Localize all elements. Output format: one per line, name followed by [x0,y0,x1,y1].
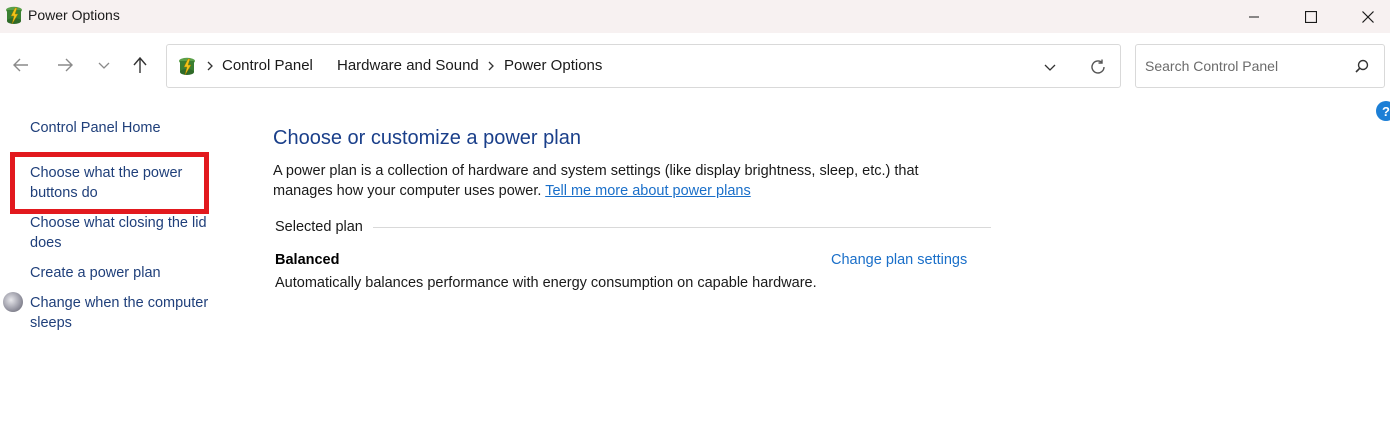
help-icon[interactable]: ? [1376,101,1390,121]
power-options-icon [179,57,195,76]
close-icon [1362,10,1374,23]
plan-name: Balanced [275,252,340,268]
breadcrumb-power-options[interactable]: Power Options [504,57,602,74]
chevron-right-icon[interactable] [486,60,496,72]
address-bar[interactable]: Control Panel Hardware and Sound Power O… [166,44,1121,88]
sidebar-item-computer-sleeps[interactable]: Change when the computer sleeps [30,293,216,333]
selected-plan-heading: Selected plan [275,219,363,235]
chevron-right-icon[interactable] [205,60,215,72]
window-title: Power Options [28,7,120,23]
chevron-down-icon [98,62,110,69]
title-bar: Power Options [0,0,1390,33]
breadcrumb-hardware-and-sound[interactable]: Hardware and Sound [337,57,479,74]
recent-locations-button[interactable] [92,53,116,77]
address-dropdown-button[interactable] [1040,57,1060,77]
refresh-button[interactable] [1087,56,1109,78]
close-button[interactable] [1340,0,1390,33]
learn-more-link[interactable]: Tell me more about power plans [545,183,751,199]
maximize-icon [1305,10,1317,23]
minimize-icon [1249,16,1259,17]
up-button[interactable] [128,53,152,77]
arrow-right-icon [58,58,73,72]
sidebar-item-power-buttons[interactable]: Choose what the power buttons do [30,163,200,203]
sidebar-item-create-power-plan[interactable]: Create a power plan [30,263,220,283]
search-input[interactable] [1145,56,1345,76]
refresh-icon [1091,59,1105,74]
arrow-left-icon [13,58,28,72]
breadcrumb-control-panel[interactable]: Control Panel [222,57,313,74]
change-plan-settings-link[interactable]: Change plan settings [831,252,967,268]
sidebar-item-control-panel-home[interactable]: Control Panel Home [30,118,220,138]
sidebar-item-closing-lid[interactable]: Choose what closing the lid does [30,213,216,253]
sleep-moon-icon [3,292,23,312]
back-button[interactable] [9,53,33,77]
page-title: Choose or customize a power plan [273,127,581,149]
chevron-down-icon [1044,64,1056,71]
arrow-up-icon [133,56,147,73]
page-description: A power plan is a collection of hardware… [273,161,973,201]
minimize-button[interactable] [1226,0,1282,33]
plan-description: Automatically balances performance with … [275,275,817,291]
navigation-bar: Control Panel Hardware and Sound Power O… [0,33,1390,99]
search-box[interactable] [1135,44,1385,88]
search-icon[interactable] [1353,58,1371,76]
forward-button[interactable] [53,53,77,77]
section-divider [373,227,991,228]
power-options-icon [6,6,22,25]
maximize-button[interactable] [1283,0,1339,33]
